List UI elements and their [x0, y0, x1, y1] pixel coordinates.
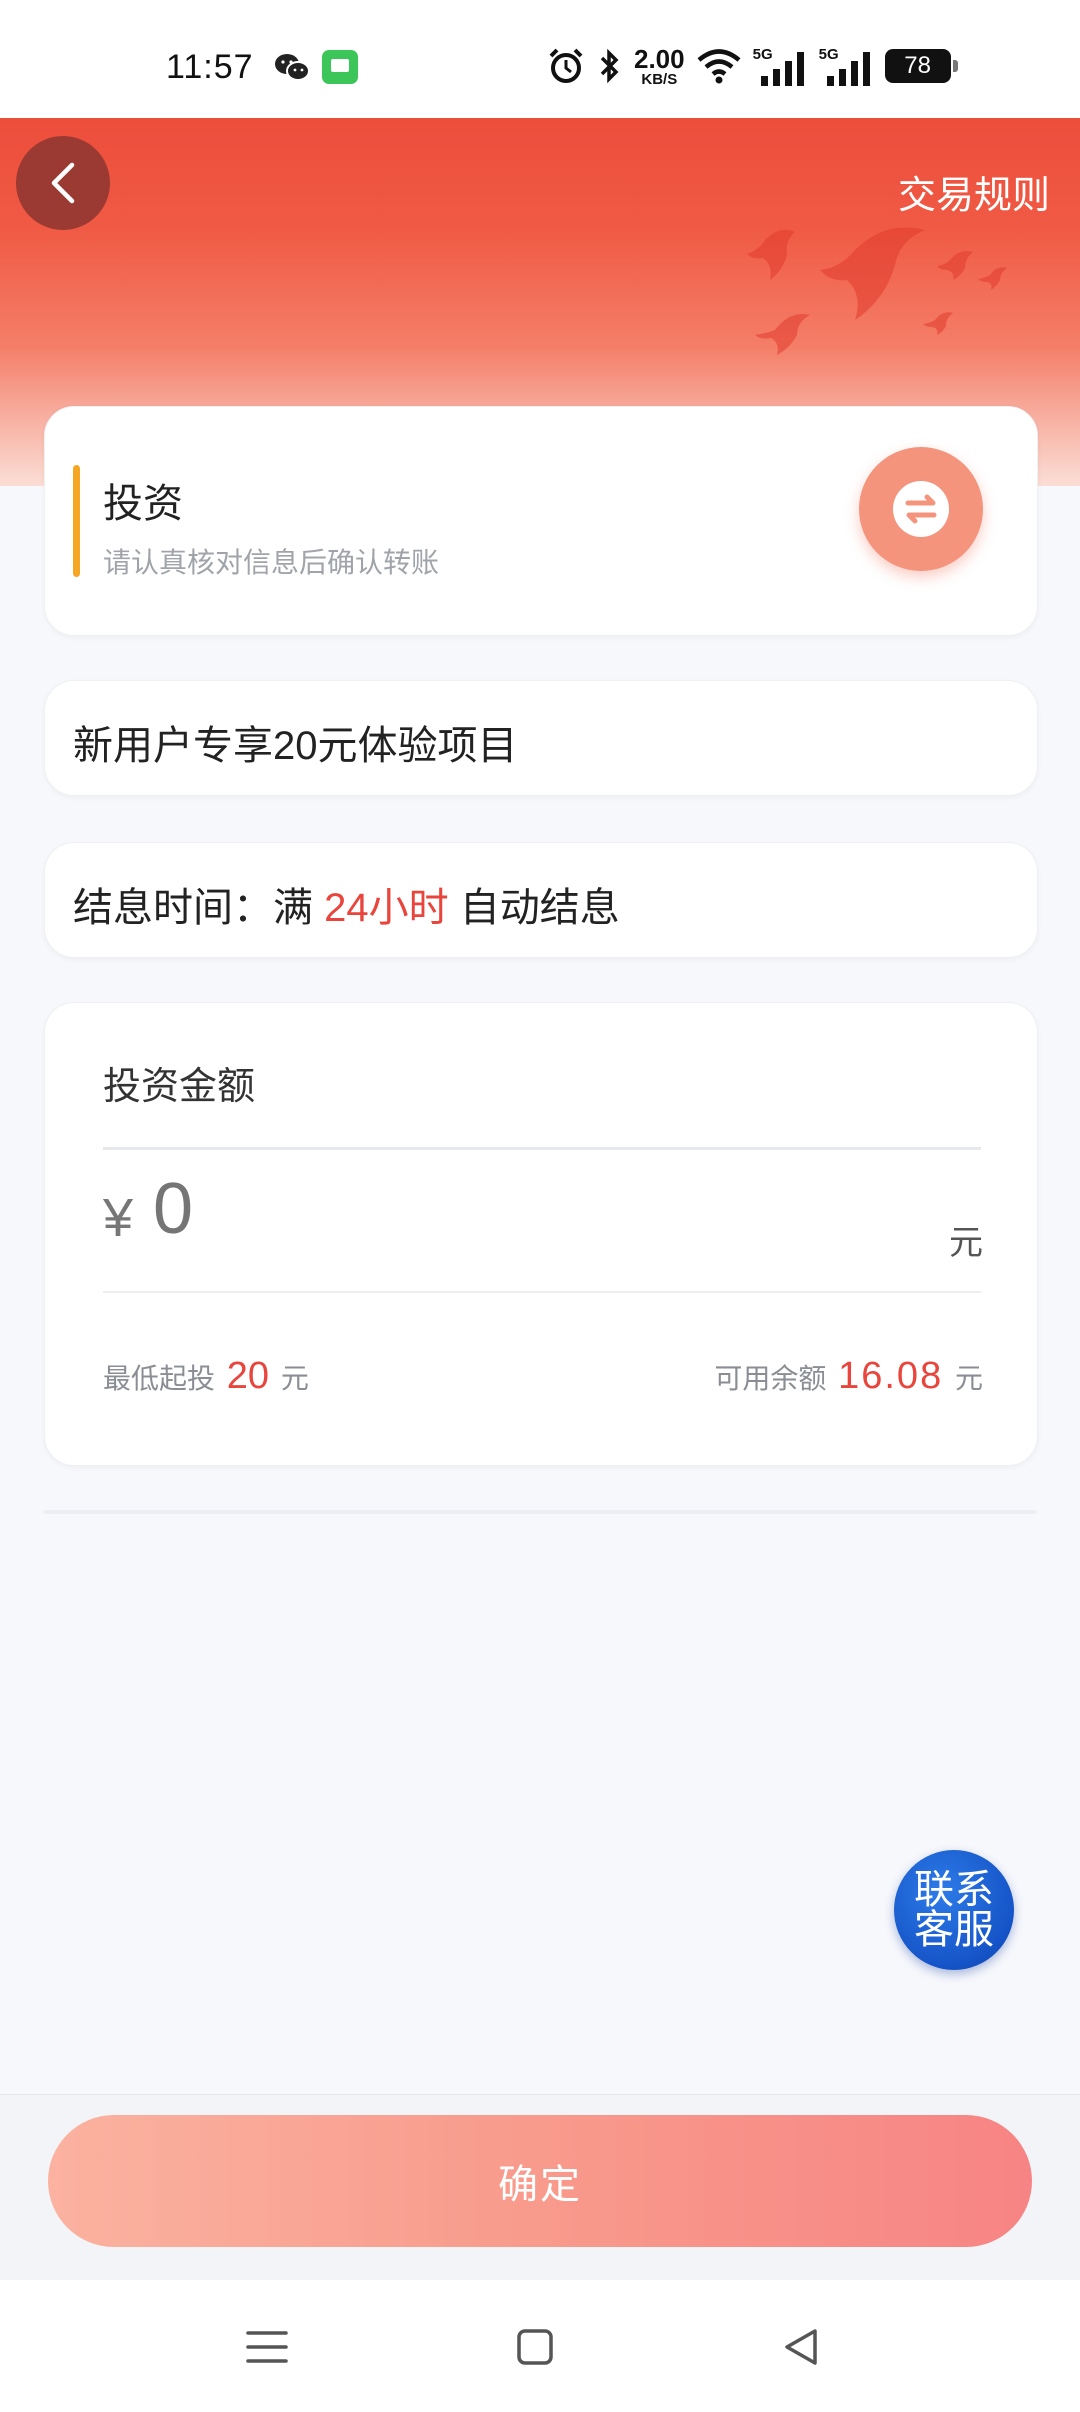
- project-card: 新用户专享20元体验项目: [44, 680, 1038, 796]
- exchange-button[interactable]: [859, 447, 983, 571]
- network-speed: 2.00 KB/S: [634, 46, 685, 87]
- amount-label: 投资金额: [103, 1066, 256, 1108]
- balance-unit: 元: [954, 1363, 983, 1394]
- nav-menu-button[interactable]: [232, 2312, 302, 2382]
- minimum-investment: 最低起投 20 元: [103, 1355, 309, 1398]
- nav-home-button[interactable]: [500, 2312, 570, 2382]
- amount-unit: 元: [949, 1224, 983, 1262]
- system-nav-bar: [0, 2280, 1080, 2412]
- balance-label: 可用余额: [714, 1363, 827, 1394]
- alarm-icon: [549, 48, 583, 83]
- menu-icon: [246, 2331, 288, 2363]
- settlement-time-card: 结息时间：满 24小时 自动结息: [44, 842, 1038, 958]
- service-line-2: 客服: [914, 1908, 994, 1952]
- nav-back-button[interactable]: [766, 2312, 836, 2382]
- section-divider: [44, 1510, 1036, 1514]
- doves-decoration-icon: [747, 227, 1007, 355]
- settlement-hours: 24小时: [324, 886, 449, 930]
- service-line-1: 联系: [914, 1868, 994, 1912]
- bottom-action-bar: 确定: [0, 2094, 1080, 2281]
- min-label: 最低起投: [103, 1363, 216, 1394]
- invest-card: 投资 请认真核对信息后确认转账: [44, 406, 1038, 636]
- status-icons: 2.00 KB/S 5G 5G 78: [546, 44, 958, 88]
- currency-symbol: ¥: [103, 1188, 134, 1248]
- swap-arrows-icon: [893, 481, 949, 537]
- signal-bars-icon: [826, 52, 870, 86]
- signal-bars-icon: [760, 52, 804, 86]
- confirm-button[interactable]: 确定: [48, 2115, 1032, 2247]
- divider: [103, 1147, 981, 1150]
- settlement-time: 结息时间：满 24小时 自动结息: [73, 875, 620, 933]
- invest-subtitle: 请认真核对信息后确认转账: [103, 547, 440, 578]
- divider: [103, 1291, 981, 1293]
- balance-value: 16.08: [838, 1355, 944, 1397]
- wechat-icon: [275, 54, 310, 81]
- settlement-suffix: 自动结息: [459, 886, 620, 930]
- status-bar: 11:57 2.00 KB/S 5G 5G 78: [0, 0, 1080, 118]
- message-app-icon: [322, 50, 358, 84]
- available-balance: 可用余额 16.08 元: [714, 1355, 983, 1398]
- back-button[interactable]: [16, 136, 110, 230]
- status-time: 11:57: [166, 48, 254, 86]
- invest-title: 投资: [103, 482, 183, 526]
- bluetooth-icon: [600, 48, 619, 84]
- customer-service-button[interactable]: 联系 客服: [894, 1850, 1014, 1970]
- wifi-icon: [697, 49, 741, 84]
- trading-rules-link[interactable]: 交易规则: [898, 164, 1050, 219]
- battery-indicator: 78: [884, 49, 958, 83]
- signal-5g-2: 5G: [819, 46, 875, 86]
- home-square-icon: [517, 2329, 553, 2365]
- project-name: 新用户专享20元体验项目: [73, 724, 518, 768]
- settlement-prefix: 结息时间：满: [73, 886, 313, 930]
- chevron-left-icon: [51, 162, 75, 204]
- amount-card: 投资金额 ¥ 元 最低起投 20 元 可用余额 16.08 元: [44, 1002, 1038, 1466]
- signal-5g-1: 5G: [753, 46, 809, 86]
- network-speed-unit: KB/S: [641, 70, 678, 88]
- accent-bar: [73, 465, 80, 577]
- min-unit: 元: [280, 1363, 309, 1394]
- network-speed-value: 2.00: [634, 43, 685, 74]
- back-triangle-icon: [785, 2329, 817, 2365]
- amount-input[interactable]: [153, 1169, 713, 1249]
- min-value: 20: [226, 1355, 270, 1397]
